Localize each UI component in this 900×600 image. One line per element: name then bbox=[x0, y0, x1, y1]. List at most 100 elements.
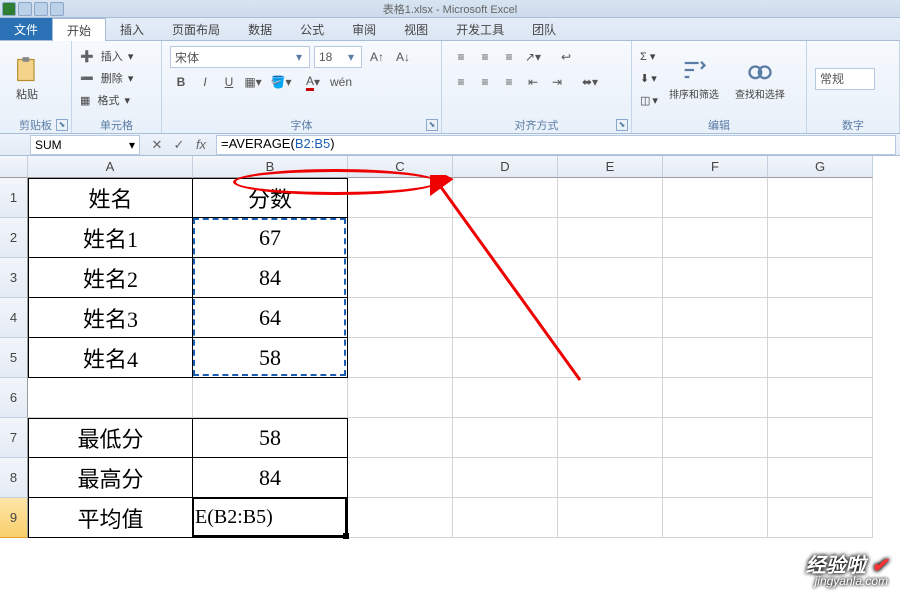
cell-E5[interactable] bbox=[558, 338, 663, 378]
row-header-7[interactable]: 7 bbox=[0, 418, 28, 458]
cell-A1[interactable]: 姓名 bbox=[28, 178, 193, 218]
cell-C9[interactable] bbox=[348, 498, 453, 538]
cancel-formula-icon[interactable]: ✕ bbox=[146, 135, 168, 155]
cell-B1[interactable]: 分数 bbox=[193, 178, 348, 218]
worksheet[interactable]: 123456789 ABCDEFG 姓名姓名1姓名2姓名3姓名4最低分最高分平均… bbox=[0, 156, 900, 600]
decrease-font-icon[interactable]: A↓ bbox=[392, 46, 414, 68]
cell-E3[interactable] bbox=[558, 258, 663, 298]
tab-data[interactable]: 数据 bbox=[234, 18, 286, 40]
cell-D6[interactable] bbox=[453, 378, 558, 418]
cell-F4[interactable] bbox=[663, 298, 768, 338]
font-name-combo[interactable]: 宋体▾ bbox=[170, 46, 310, 68]
underline-button[interactable]: U bbox=[218, 71, 240, 93]
cell-B5[interactable]: 58 bbox=[193, 338, 348, 378]
accept-formula-icon[interactable]: ✓ bbox=[168, 135, 190, 155]
row-header-8[interactable]: 8 bbox=[0, 458, 28, 498]
cell-B3[interactable]: 84 bbox=[193, 258, 348, 298]
tab-team[interactable]: 团队 bbox=[518, 18, 570, 40]
cell-G9[interactable] bbox=[768, 498, 873, 538]
cell-A9[interactable]: 平均值 bbox=[28, 498, 193, 538]
cell-G1[interactable] bbox=[768, 178, 873, 218]
redo-icon[interactable] bbox=[50, 2, 64, 16]
column-header-C[interactable]: C bbox=[348, 156, 453, 178]
cell-D5[interactable] bbox=[453, 338, 558, 378]
cell-D4[interactable] bbox=[453, 298, 558, 338]
cell-G3[interactable] bbox=[768, 258, 873, 298]
cell-B2[interactable]: 67 bbox=[193, 218, 348, 258]
cell-D3[interactable] bbox=[453, 258, 558, 298]
cell-G6[interactable] bbox=[768, 378, 873, 418]
cell-C3[interactable] bbox=[348, 258, 453, 298]
cell-E1[interactable] bbox=[558, 178, 663, 218]
cell-D9[interactable] bbox=[453, 498, 558, 538]
tab-view[interactable]: 视图 bbox=[390, 18, 442, 40]
fill-button[interactable]: ⬇ ▾ bbox=[640, 68, 658, 90]
tab-dev[interactable]: 开发工具 bbox=[442, 18, 518, 40]
column-header-D[interactable]: D bbox=[453, 156, 558, 178]
cell-A7[interactable]: 最低分 bbox=[28, 418, 193, 458]
cell-D7[interactable] bbox=[453, 418, 558, 458]
cell-A3[interactable]: 姓名2 bbox=[28, 258, 193, 298]
dialog-launcher-icon[interactable]: ⬊ bbox=[616, 119, 628, 131]
undo-icon[interactable] bbox=[34, 2, 48, 16]
cell-C7[interactable] bbox=[348, 418, 453, 458]
row-header-9[interactable]: 9 bbox=[0, 498, 28, 538]
font-color-button[interactable]: A▾ bbox=[298, 71, 328, 93]
cell-E4[interactable] bbox=[558, 298, 663, 338]
clear-button[interactable]: ◫ ▾ bbox=[640, 90, 658, 112]
cell-A8[interactable]: 最高分 bbox=[28, 458, 193, 498]
cell-A6[interactable] bbox=[28, 378, 193, 418]
indent-decrease-icon[interactable]: ⇤ bbox=[522, 71, 544, 93]
align-left-icon[interactable]: ≡ bbox=[450, 71, 472, 93]
align-right-icon[interactable]: ≡ bbox=[498, 71, 520, 93]
cell-F7[interactable] bbox=[663, 418, 768, 458]
cell-A2[interactable]: 姓名1 bbox=[28, 218, 193, 258]
cell-G2[interactable] bbox=[768, 218, 873, 258]
cell-C6[interactable] bbox=[348, 378, 453, 418]
paste-button[interactable]: 粘贴 bbox=[6, 44, 48, 114]
find-select-button[interactable]: 查找和选择 bbox=[730, 44, 790, 114]
cell-C2[interactable] bbox=[348, 218, 453, 258]
dialog-launcher-icon[interactable]: ⬊ bbox=[56, 119, 68, 131]
cell-G8[interactable] bbox=[768, 458, 873, 498]
wrap-text-icon[interactable]: ↩ bbox=[546, 46, 586, 68]
cell-B8[interactable]: 84 bbox=[193, 458, 348, 498]
align-center-icon[interactable]: ≡ bbox=[474, 71, 496, 93]
cell-F5[interactable] bbox=[663, 338, 768, 378]
column-header-B[interactable]: B bbox=[193, 156, 348, 178]
cell-E6[interactable] bbox=[558, 378, 663, 418]
cell-B7[interactable]: 58 bbox=[193, 418, 348, 458]
column-header-F[interactable]: F bbox=[663, 156, 768, 178]
cell-A5[interactable]: 姓名4 bbox=[28, 338, 193, 378]
increase-font-icon[interactable]: A↑ bbox=[366, 46, 388, 68]
cell-F9[interactable] bbox=[663, 498, 768, 538]
cell-F3[interactable] bbox=[663, 258, 768, 298]
cell-G5[interactable] bbox=[768, 338, 873, 378]
cell-D2[interactable] bbox=[453, 218, 558, 258]
tab-insert[interactable]: 插入 bbox=[106, 18, 158, 40]
select-all-corner[interactable] bbox=[0, 156, 28, 178]
tab-home[interactable]: 开始 bbox=[52, 18, 106, 41]
delete-cells-button[interactable]: ➖ 删除 ▾ bbox=[80, 67, 133, 89]
row-header-2[interactable]: 2 bbox=[0, 218, 28, 258]
save-icon[interactable] bbox=[18, 2, 32, 16]
cell-G7[interactable] bbox=[768, 418, 873, 458]
cell-D1[interactable] bbox=[453, 178, 558, 218]
tab-formula[interactable]: 公式 bbox=[286, 18, 338, 40]
phonetic-button[interactable]: wén bbox=[330, 71, 352, 93]
row-header-5[interactable]: 5 bbox=[0, 338, 28, 378]
number-format-combo[interactable]: 常规 bbox=[815, 68, 875, 90]
cell-E2[interactable] bbox=[558, 218, 663, 258]
row-header-3[interactable]: 3 bbox=[0, 258, 28, 298]
cell-B9[interactable]: E(B2:B5) bbox=[193, 498, 348, 538]
cell-C5[interactable] bbox=[348, 338, 453, 378]
name-box[interactable]: SUM ▾ bbox=[30, 135, 140, 155]
sort-filter-button[interactable]: 排序和筛选 bbox=[664, 44, 724, 114]
fx-icon[interactable]: fx bbox=[190, 135, 212, 155]
row-header-4[interactable]: 4 bbox=[0, 298, 28, 338]
align-top-icon[interactable]: ≡ bbox=[450, 46, 472, 68]
merge-button[interactable]: ⬌▾ bbox=[570, 71, 610, 93]
cell-B4[interactable]: 64 bbox=[193, 298, 348, 338]
column-header-A[interactable]: A bbox=[28, 156, 193, 178]
cell-E9[interactable] bbox=[558, 498, 663, 538]
